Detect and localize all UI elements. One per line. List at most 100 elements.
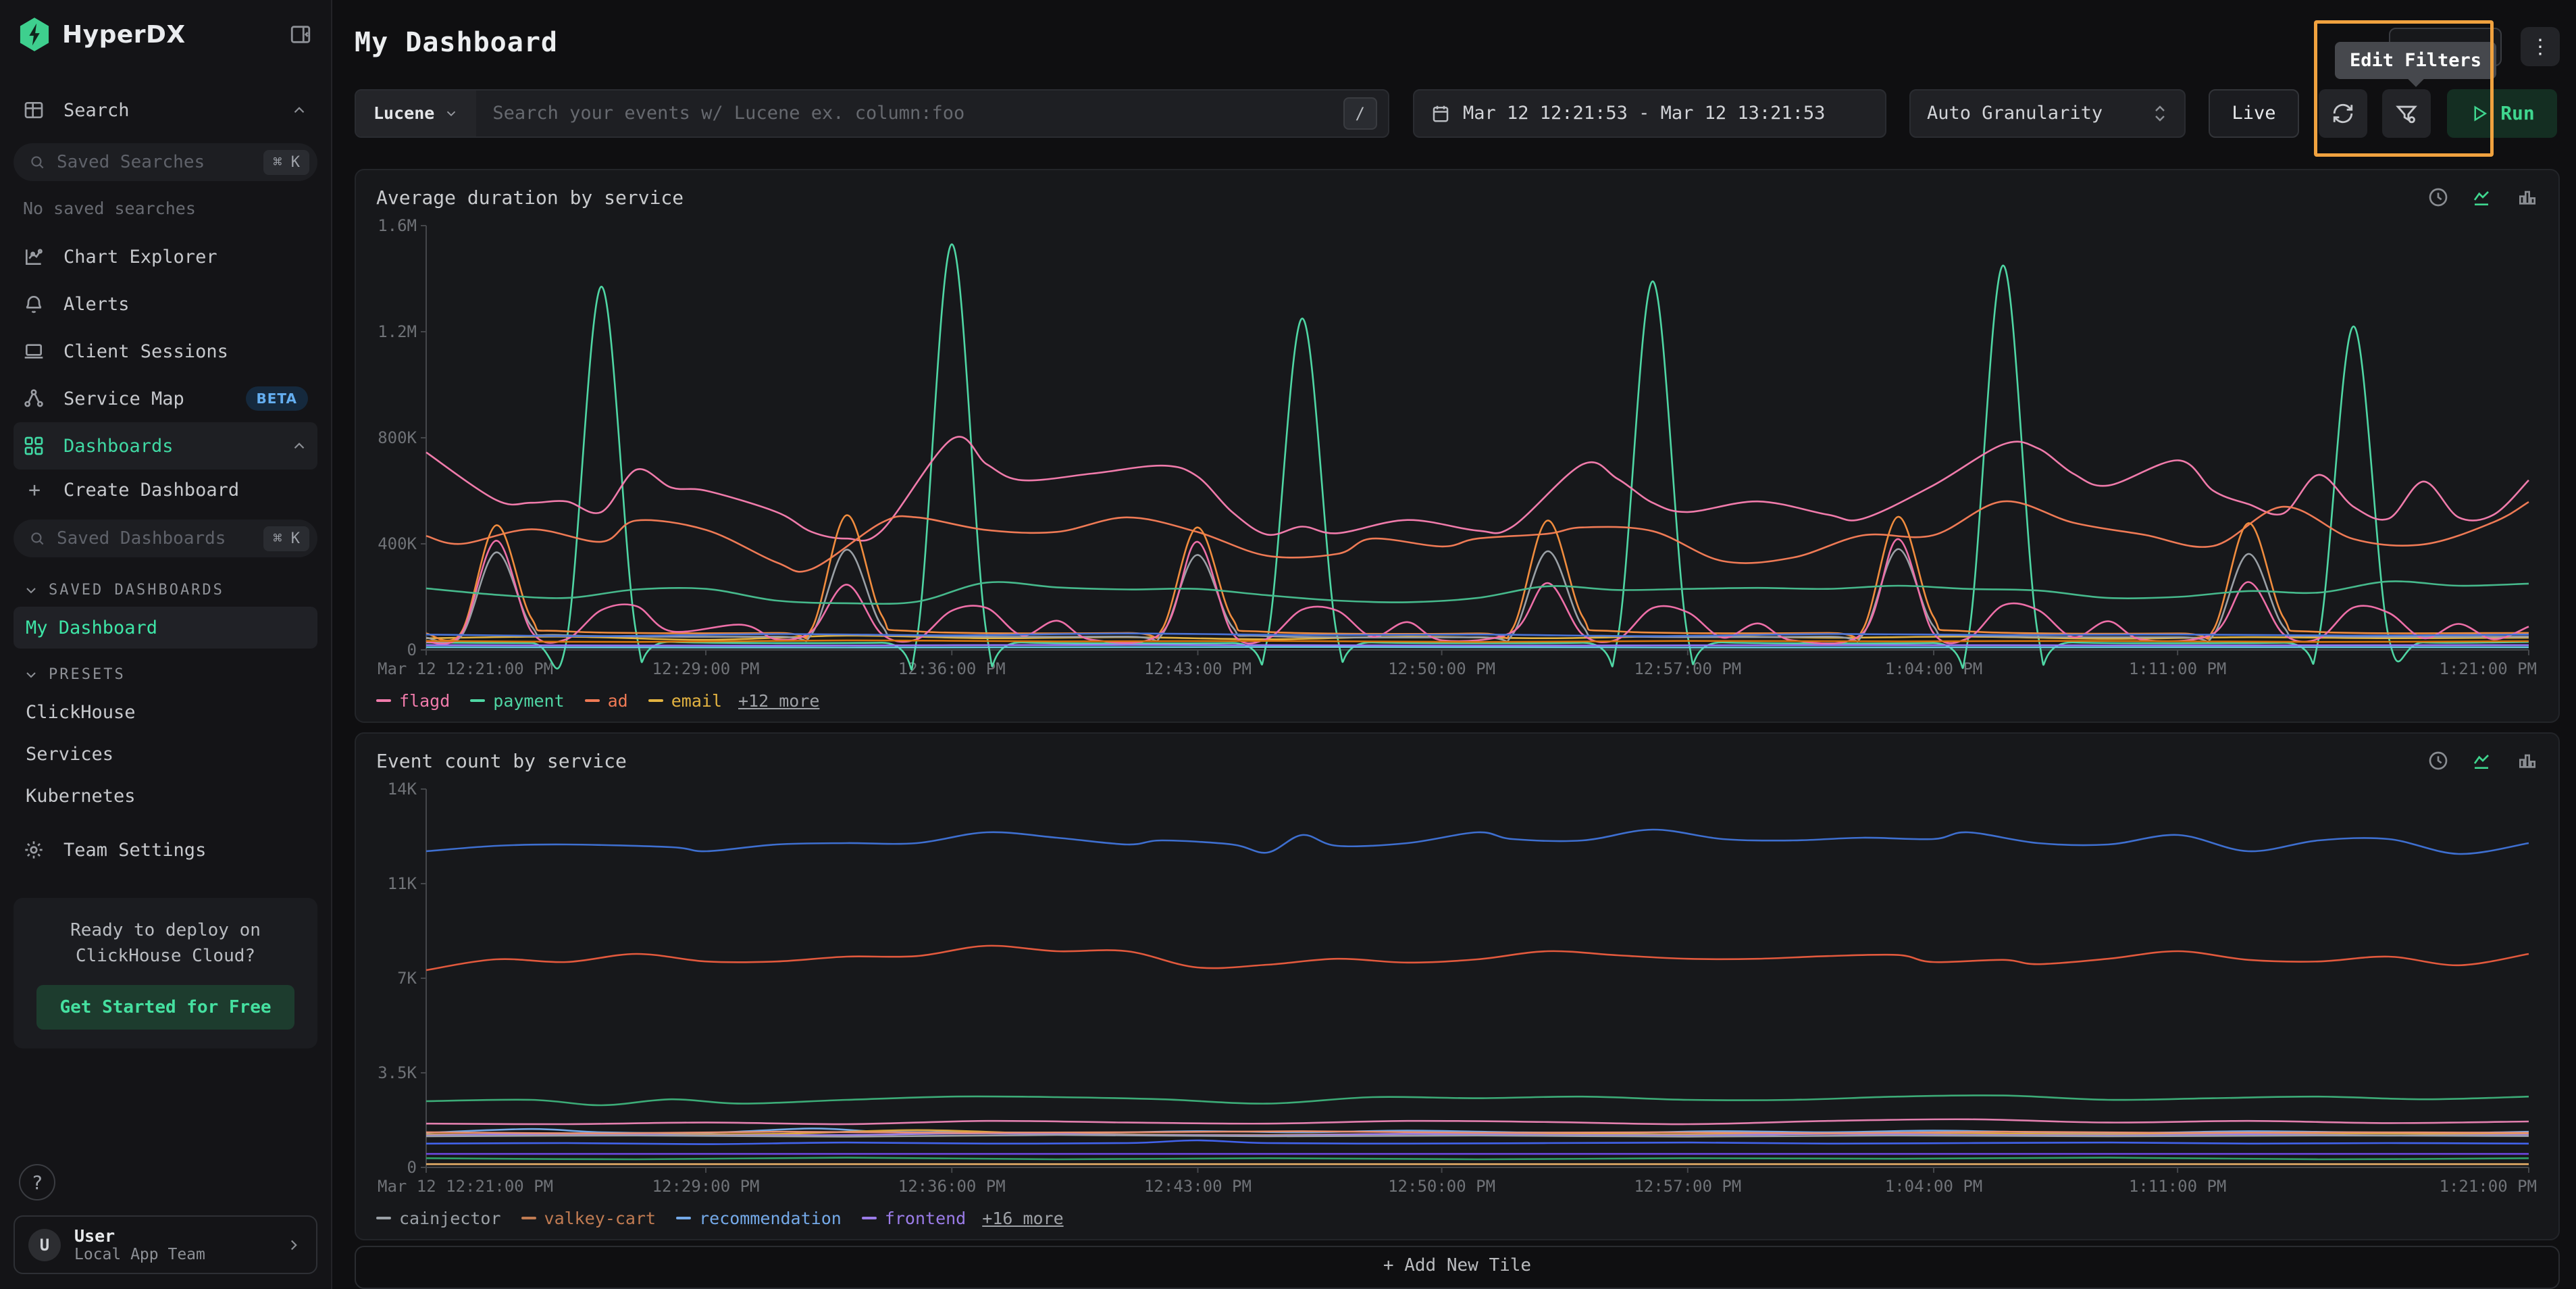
sidebar-item-kubernetes[interactable]: Kubernetes <box>14 775 317 817</box>
chart-card-average-duration: Average duration by service 1.6M1.2M800K… <box>355 169 2560 723</box>
sidebar-item-my-dashboard[interactable]: My Dashboard <box>14 607 317 649</box>
legend-item[interactable]: valkey-cart <box>521 1209 656 1228</box>
line-chart-average-duration[interactable]: 1.6M1.2M800K400K0Mar 12 12:21:00 PM12:29… <box>376 215 2538 680</box>
sidebar-item-label: Team Settings <box>63 840 206 861</box>
legend-item[interactable]: email <box>648 691 722 711</box>
svg-text:Mar 12 12:21:00 PM: Mar 12 12:21:00 PM <box>378 1177 553 1196</box>
svg-text:1:11:00 PM: 1:11:00 PM <box>2129 659 2227 678</box>
get-started-button[interactable]: Get Started for Free <box>36 985 294 1030</box>
gear-icon <box>23 839 46 861</box>
service-map-icon <box>23 388 46 409</box>
svg-text:12:29:00 PM: 12:29:00 PM <box>652 1177 760 1196</box>
legend-item[interactable]: cainjector <box>376 1209 501 1228</box>
time-range-input[interactable]: Mar 12 12:21:53 - Mar 12 13:21:53 <box>1413 89 1886 138</box>
search-icon <box>28 530 46 547</box>
run-button[interactable]: Run <box>2447 89 2557 138</box>
legend-item[interactable]: frontend <box>862 1209 966 1228</box>
svg-text:3.5K: 3.5K <box>378 1063 417 1082</box>
svg-text:12:57:00 PM: 12:57:00 PM <box>1634 659 1741 678</box>
beta-badge: BETA <box>246 386 308 411</box>
time-format-toggle-icon[interactable] <box>2427 186 2449 208</box>
legend-swatch <box>376 1217 391 1219</box>
sidebar-item-services[interactable]: Services <box>14 733 317 775</box>
saved-dashboards-input[interactable]: Saved Dashboards ⌘ K <box>14 520 317 557</box>
chevron-right-icon <box>285 1236 303 1254</box>
section-saved-dashboards[interactable]: SAVED DASHBOARDS <box>14 564 317 607</box>
svg-text:0: 0 <box>407 640 417 659</box>
sidebar-item-service-map[interactable]: Service Map BETA <box>14 375 317 422</box>
filter-edit-icon <box>2395 102 2418 125</box>
edit-filters-button[interactable] <box>2382 89 2431 138</box>
chevron-down-icon <box>23 667 39 683</box>
sidebar-item-dashboards[interactable]: Dashboards <box>14 422 317 470</box>
refresh-button[interactable] <box>2319 89 2367 138</box>
help-button[interactable]: ? <box>19 1164 55 1200</box>
svg-text:12:29:00 PM: 12:29:00 PM <box>652 659 760 678</box>
chevron-up-icon <box>290 437 308 455</box>
svg-text:1:21:00 PM: 1:21:00 PM <box>2440 659 2538 678</box>
legend-more-link[interactable]: +12 more <box>738 691 819 711</box>
slash-shortcut-badge: / <box>1343 97 1377 130</box>
search-icon <box>28 153 46 171</box>
add-new-tile-button[interactable]: + Add New Tile <box>355 1246 2560 1289</box>
svg-text:12:50:00 PM: 12:50:00 PM <box>1388 1177 1495 1196</box>
legend-swatch <box>376 699 391 702</box>
granularity-select[interactable]: Auto Granularity <box>1909 89 2186 138</box>
section-presets[interactable]: PRESETS <box>14 649 317 691</box>
page-title: My Dashboard <box>355 27 558 58</box>
svg-text:11K: 11K <box>388 874 417 893</box>
svg-text:7K: 7K <box>397 969 417 988</box>
line-chart-toggle-icon[interactable] <box>2472 186 2494 208</box>
legend-item[interactable]: ad <box>585 691 628 711</box>
svg-text:Mar 12 12:21:00 PM: Mar 12 12:21:00 PM <box>378 659 553 678</box>
brand-name: HyperDX <box>62 21 277 49</box>
chart-title: Event count by service <box>376 750 627 772</box>
time-format-toggle-icon[interactable] <box>2427 750 2449 772</box>
legend-item[interactable]: flagd <box>376 691 450 711</box>
svg-text:1:11:00 PM: 1:11:00 PM <box>2129 1177 2227 1196</box>
event-search-input[interactable]: Search your events w/ Lucene ex. column:… <box>476 91 1343 137</box>
sidebar-item-team-settings[interactable]: Team Settings <box>14 826 317 874</box>
sidebar-collapse-button[interactable] <box>289 23 312 46</box>
create-dashboard-button[interactable]: + Create Dashboard <box>14 470 317 510</box>
table-icon <box>23 99 46 121</box>
sidebar: HyperDX Search Saved Searches ⌘ K No sav… <box>0 0 332 1289</box>
sidebar-item-chart-explorer[interactable]: Chart Explorer <box>14 233 317 280</box>
bar-chart-toggle-icon[interactable] <box>2517 750 2538 772</box>
laptop-icon <box>23 340 46 362</box>
svg-text:14K: 14K <box>388 780 417 799</box>
live-button[interactable]: Live <box>2209 89 2299 138</box>
legend-item[interactable]: recommendation <box>676 1209 842 1228</box>
edit-filters-tooltip: Edit Filters <box>2335 42 2496 79</box>
sidebar-item-label: Search <box>63 100 130 121</box>
legend-swatch <box>585 699 600 702</box>
user-menu[interactable]: U User Local App Team <box>14 1215 317 1274</box>
legend-swatch <box>648 699 663 702</box>
shortcut-badge: ⌘ K <box>263 150 309 175</box>
sidebar-item-alerts[interactable]: Alerts <box>14 280 317 328</box>
svg-text:0: 0 <box>407 1158 417 1177</box>
sidebar-item-label: Chart Explorer <box>63 247 217 268</box>
saved-dashboards-placeholder: Saved Dashboards <box>57 528 253 549</box>
sidebar-item-client-sessions[interactable]: Client Sessions <box>14 328 317 375</box>
play-icon <box>2469 103 2490 124</box>
chart-explorer-icon <box>23 246 46 268</box>
saved-searches-input[interactable]: Saved Searches ⌘ K <box>14 143 317 181</box>
svg-text:1.6M: 1.6M <box>378 216 417 235</box>
query-language-select[interactable]: Lucene <box>356 91 476 137</box>
line-chart-event-count[interactable]: 14K 11K 7K 3.5K 0Mar 12 12:21:00 PM 12:29:00 … <box>376 778 2538 1197</box>
chart-card-event-count: Event count by service 14K 11K 7K 3.5K 0Mar … <box>355 732 2560 1240</box>
promo-text: Ready to deploy on ClickHouse Cloud? <box>30 918 301 969</box>
calendar-icon <box>1431 103 1451 124</box>
panel-collapse-icon <box>289 23 312 46</box>
line-chart-toggle-icon[interactable] <box>2472 750 2494 772</box>
event-search-bar: Lucene Search your events w/ Lucene ex. … <box>355 89 1389 138</box>
legend-more-link[interactable]: +16 more <box>982 1209 1063 1228</box>
sidebar-item-clickhouse[interactable]: ClickHouse <box>14 691 317 733</box>
legend-item[interactable]: payment <box>470 691 564 711</box>
dashboard-more-menu-button[interactable]: ⋮ <box>2521 27 2560 66</box>
sidebar-item-label: Alerts <box>63 294 130 315</box>
legend-swatch <box>862 1217 877 1219</box>
bar-chart-toggle-icon[interactable] <box>2517 186 2538 208</box>
sidebar-item-search[interactable]: Search <box>14 86 317 134</box>
